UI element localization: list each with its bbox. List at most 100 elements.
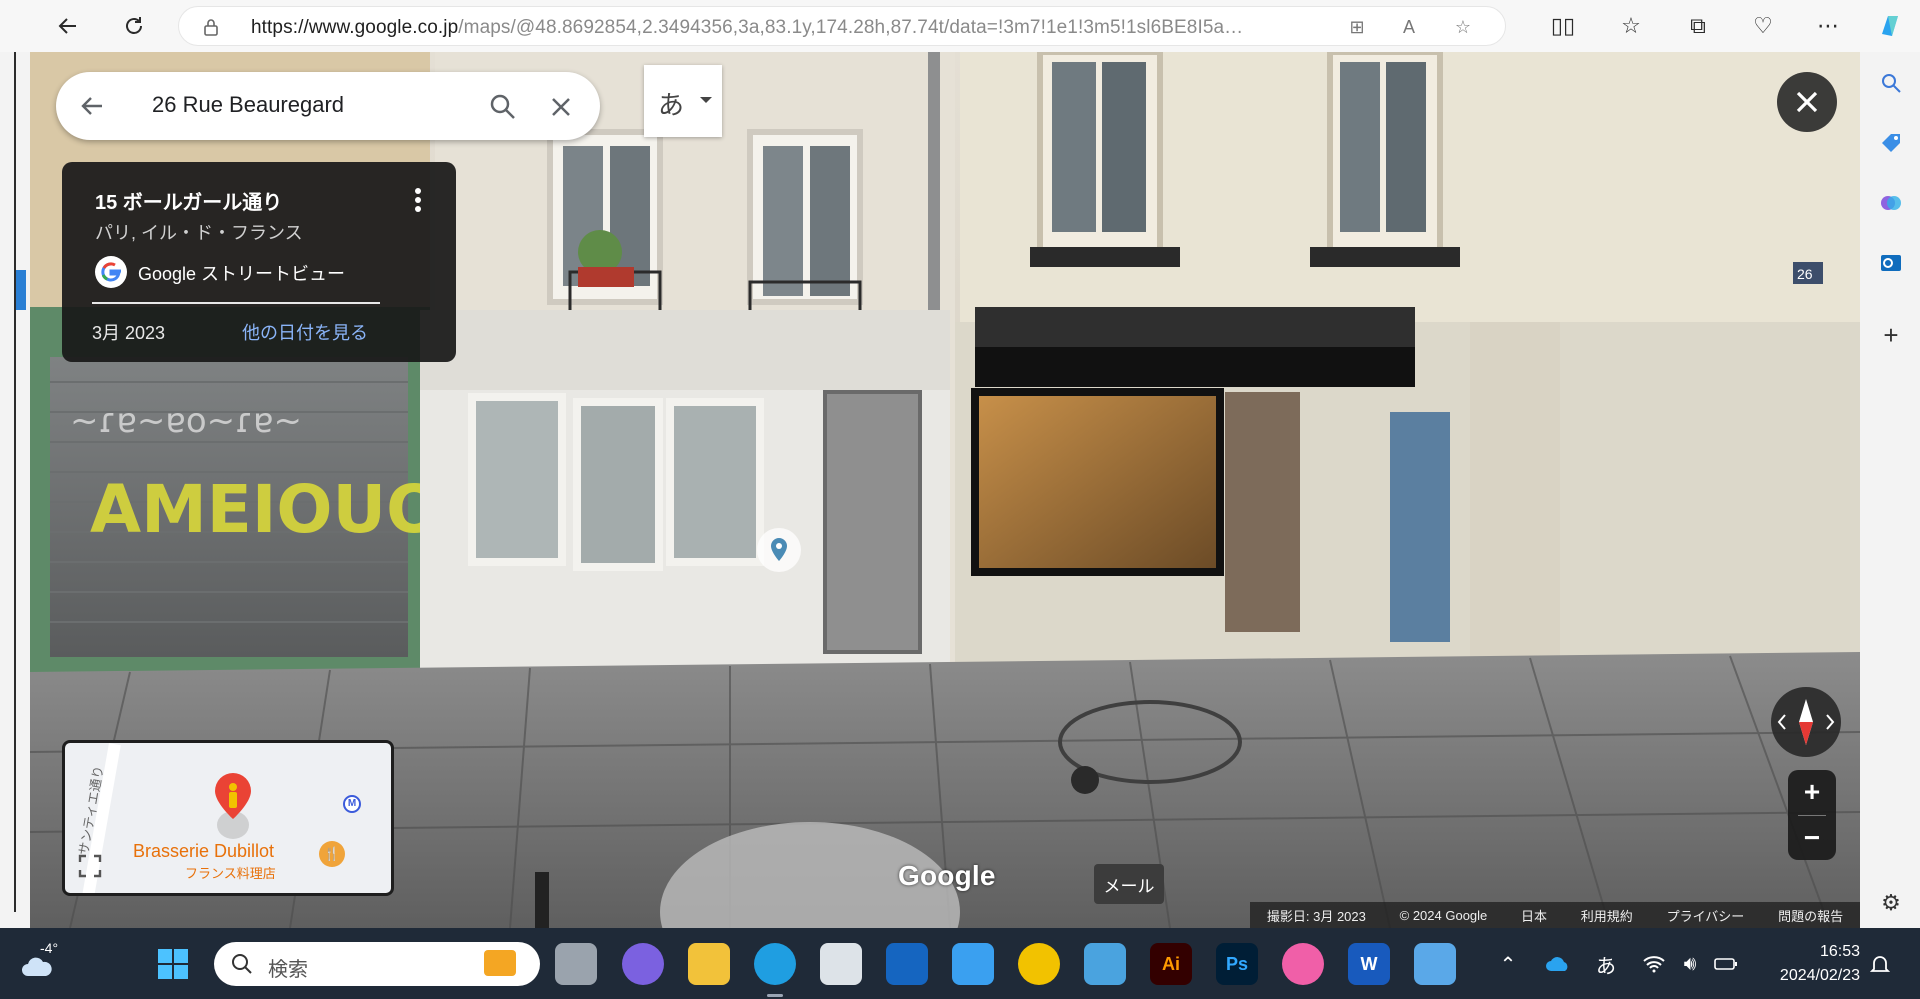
compass-icon — [1777, 699, 1835, 745]
attribution-bar: 撮影日: 3月 2023 © 2024 Google 日本 利用規約 プライバシ… — [1250, 902, 1860, 928]
edge-sidebar: + ⚙ — [1860, 52, 1920, 928]
search-icon[interactable] — [488, 92, 518, 122]
country-link[interactable]: 日本 — [1521, 906, 1547, 925]
capture-date: 3月 2023 — [92, 323, 166, 343]
svg-text:~ɾɐ~ɐo~ɾɐ~: ~ɾɐ~ɐo~ɾɐ~ — [70, 401, 302, 441]
copilot-icon[interactable] — [1872, 8, 1908, 44]
location-subtitle: パリ, イル・ド・フランス — [95, 223, 303, 243]
photoshop-icon[interactable]: Ps — [1216, 943, 1258, 985]
location-info-card: 15 ボールガール通り パリ, イル・ド・フランス Google ストリートビュ… — [62, 162, 456, 362]
file-explorer-icon[interactable] — [688, 943, 730, 985]
settings-app-icon[interactable] — [820, 943, 862, 985]
pink-app-icon[interactable] — [1282, 943, 1324, 985]
close-street-view-button[interactable] — [1777, 72, 1837, 132]
task-view-icon[interactable] — [555, 943, 597, 985]
arrow-left-icon — [58, 18, 76, 34]
shopping-tag-icon[interactable] — [1878, 130, 1904, 156]
word-icon[interactable]: W — [1348, 943, 1390, 985]
back-arrow-icon[interactable] — [78, 92, 106, 120]
settings-gear-icon[interactable]: ⚙ — [1878, 890, 1904, 916]
coin-app-icon[interactable] — [1018, 943, 1060, 985]
weather-temperature: -4° — [40, 940, 59, 956]
metro-icon[interactable]: M — [343, 795, 361, 813]
volume-icon[interactable]: 🔊︎ — [1676, 950, 1704, 978]
taskbar-search[interactable]: 検索 — [214, 942, 540, 986]
illustrator-icon[interactable]: Ai — [1150, 943, 1192, 985]
minimap-place-name[interactable]: Brasserie Dubillot — [133, 841, 274, 862]
favorites-icon[interactable]: ☆ — [1613, 8, 1649, 44]
battery-icon[interactable] — [1712, 950, 1740, 978]
terms-link[interactable]: 利用規約 — [1581, 906, 1633, 925]
ime-character: あ — [658, 90, 685, 120]
browser-toolbar: https://www.google.co.jp/maps/@48.869285… — [0, 0, 1920, 52]
onedrive-cloud-icon[interactable] — [1544, 950, 1572, 978]
favorite-star-icon[interactable]: ☆ — [1451, 15, 1475, 39]
system-clock[interactable]: 16:53 2024/02/23 — [1760, 940, 1860, 988]
search-icon — [232, 954, 252, 974]
more-menu-icon[interactable]: ⋯ — [1810, 8, 1846, 44]
search-input[interactable] — [152, 92, 452, 118]
reload-button[interactable] — [116, 8, 152, 44]
address-bar[interactable]: https://www.google.co.jp/maps/@48.869285… — [178, 6, 1506, 46]
outlook-icon[interactable] — [1878, 250, 1904, 276]
chevron-up-icon[interactable]: ⌃ — [1494, 950, 1522, 978]
read-aloud-icon[interactable]: A — [1397, 15, 1421, 39]
split-screen-icon[interactable]: ▯▯ — [1545, 8, 1581, 44]
copilot-apps-icon[interactable] — [1878, 190, 1904, 216]
search-placeholder: 検索 — [268, 959, 308, 981]
outlook-app-icon[interactable] — [886, 943, 928, 985]
windows-taskbar: -4° 検索 Ai Ps W ⌃ あ 🔊︎ 16:53 2024/02/23 — [0, 928, 1920, 999]
chat-icon[interactable] — [622, 943, 664, 985]
windows-logo-icon — [158, 949, 188, 979]
more-vert-icon[interactable] — [408, 184, 428, 216]
start-button[interactable] — [152, 943, 194, 985]
lock-icon[interactable] — [201, 17, 221, 37]
url-path: /maps/@48.8692854,2.3494356,3a,83.1y,174… — [458, 17, 1251, 38]
location-title: 15 ボールガール通り — [95, 192, 283, 214]
see-other-dates-link[interactable]: 他の日付を見る — [242, 319, 368, 345]
browser-essentials-icon[interactable]: ♡ — [1745, 8, 1781, 44]
house-number-plate: 26 — [1797, 266, 1813, 282]
briefcase-icon — [484, 950, 516, 976]
compass-button[interactable] — [1771, 687, 1841, 757]
google-wordmark: Google — [898, 860, 996, 891]
store-icon[interactable] — [952, 943, 994, 985]
zoom-in-button[interactable]: + — [1788, 770, 1836, 814]
close-icon[interactable] — [546, 92, 576, 122]
url-text[interactable]: https://www.google.co.jp/maps/@48.869285… — [251, 17, 1251, 39]
ime-indicator[interactable]: あ — [1592, 950, 1620, 978]
search-box[interactable] — [56, 72, 600, 140]
zoom-out-button[interactable]: − — [1788, 816, 1836, 860]
expand-icon[interactable] — [77, 853, 103, 879]
add-icon[interactable]: + — [1878, 320, 1904, 350]
app-available-icon[interactable]: ⊞ — [1345, 15, 1369, 39]
url-host: https://www.google.co.jp — [251, 17, 459, 38]
close-icon — [1796, 91, 1818, 113]
taskbar-tooltip: メール — [1094, 864, 1164, 904]
google-logo-icon — [95, 256, 127, 288]
refresh-icon — [126, 17, 142, 34]
weather-widget[interactable]: -4° — [20, 940, 70, 984]
cloud-icon — [22, 957, 52, 976]
capture-date-footer: 撮影日: 3月 2023 — [1266, 908, 1366, 924]
notification-bell-icon[interactable] — [1866, 950, 1894, 978]
input-method-selector[interactable]: あ — [644, 65, 722, 137]
mail-icon[interactable] — [1084, 943, 1126, 985]
minimap-place-type: フランス料理店 — [185, 866, 276, 881]
location-pin-icon[interactable] — [757, 528, 801, 572]
divider — [92, 302, 380, 304]
imagery-source: Google ストリートビュー — [138, 264, 346, 284]
copyright: © 2024 Google — [1399, 907, 1488, 923]
minimap[interactable]: サンティエ通り M Brasserie Dubillot フランス料理店 🍴 — [62, 740, 394, 896]
photos-icon[interactable] — [1414, 943, 1456, 985]
edge-browser-icon[interactable] — [754, 943, 796, 985]
privacy-link[interactable]: プライバシー — [1667, 906, 1745, 925]
wifi-icon[interactable] — [1640, 950, 1668, 978]
chevron-down-icon — [700, 97, 712, 103]
street-view-panorama[interactable]: 26 AMEIOUO ~ɾɐ~ɐo~ɾɐ~ 26 Rue Beauregard … — [30, 52, 1860, 928]
report-problem-link[interactable]: 問題の報告 — [1778, 906, 1843, 925]
restaurant-icon[interactable]: 🍴 — [319, 841, 345, 867]
search-icon[interactable] — [1878, 70, 1904, 96]
back-button[interactable] — [50, 8, 86, 44]
collections-icon[interactable]: ⧉ — [1680, 8, 1716, 44]
